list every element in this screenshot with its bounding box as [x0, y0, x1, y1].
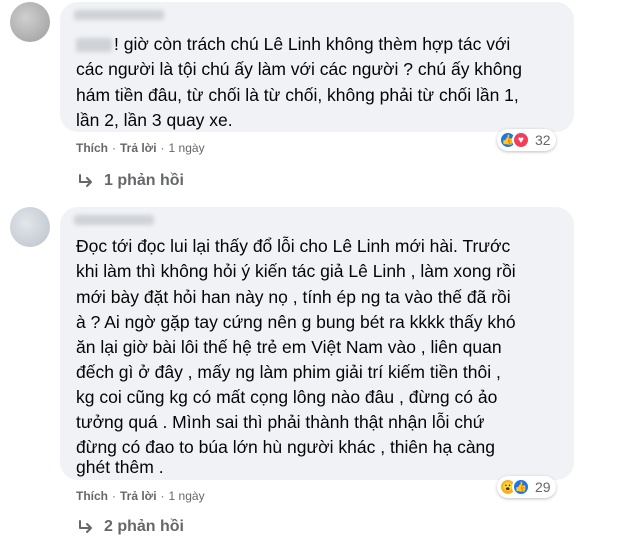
commenter-name-redacted [76, 38, 112, 52]
avatar[interactable] [10, 2, 50, 42]
comment-text-line: ăn lại giờ bài lôi thế hệ trẻ em Việt Na… [76, 337, 502, 357]
comment-text-line: lần 2, lần 3 quay xe. [76, 110, 233, 130]
replies-count-label: 2 phản hồi [104, 518, 184, 535]
comment-actions: Thích · Trả lời · 1 ngày [76, 141, 205, 155]
replies-count-label: 1 phản hồi [104, 172, 184, 189]
reply-button[interactable]: Trả lời [120, 489, 157, 503]
love-icon: ♥ [512, 131, 530, 149]
separator-dot: · [112, 489, 116, 503]
like-icon: 👍 [512, 478, 530, 496]
avatar[interactable] [10, 207, 50, 247]
commenter-name-redacted[interactable] [74, 10, 164, 20]
commenter-name-redacted[interactable] [74, 215, 154, 225]
comment-text-line: ghét thêm . [76, 457, 164, 477]
comment-text-line: tưởng quá . Mình sai thì phải thành thật… [76, 412, 485, 432]
comment-text-line: à ? Ai ngờ gặp tay cứng nên g bung bét r… [76, 312, 516, 332]
like-button[interactable]: Thích [76, 141, 108, 155]
comment-text-line: kg coi cũng kg có mất cọng lông nào đâu … [76, 387, 498, 407]
comment-text-line: đếch gì ở đây , mấy ng làm phim giải trí… [76, 362, 501, 382]
comment-text-line: Đọc tới đọc lui lại thấy đổ lỗi cho Lê L… [76, 236, 511, 256]
view-replies-button[interactable]: 2 phản hồi [78, 518, 184, 536]
comment-text-line: các người là tội chú ấy làm với các ngườ… [76, 59, 522, 79]
comment-text-line: mới bày đặt hỏi han này nọ , tính ép ng … [76, 287, 511, 307]
comment-time[interactable]: 1 ngày [169, 141, 205, 155]
separator-dot: · [160, 141, 165, 155]
comment-text-line: ! giờ còn trách chú Lê Linh không thèm h… [114, 34, 511, 54]
reaction-count: 32 [535, 132, 551, 148]
reply-button[interactable]: Trả lời [120, 141, 157, 155]
comment-text-line: hám tiền đâu, từ chối là từ chối, không … [76, 85, 519, 105]
view-replies-button[interactable]: 1 phản hồi [78, 172, 184, 190]
comment-text-line: khi làm thì không hỏi ý kiến tác giả Lê … [76, 261, 516, 281]
reaction-count: 29 [535, 479, 551, 495]
comment-time[interactable]: 1 ngày [169, 489, 205, 503]
reply-arrow-icon [79, 174, 92, 187]
separator-dot: · [160, 489, 165, 503]
reply-arrow-icon [79, 520, 92, 533]
like-button[interactable]: Thích [76, 489, 108, 503]
reaction-summary[interactable]: 👍 ♥ 32 [497, 129, 556, 151]
separator-dot: · [112, 141, 116, 155]
reaction-summary[interactable]: 😮 👍 29 [497, 476, 556, 498]
comment-actions: Thích · Trả lời · 1 ngày [76, 489, 205, 503]
